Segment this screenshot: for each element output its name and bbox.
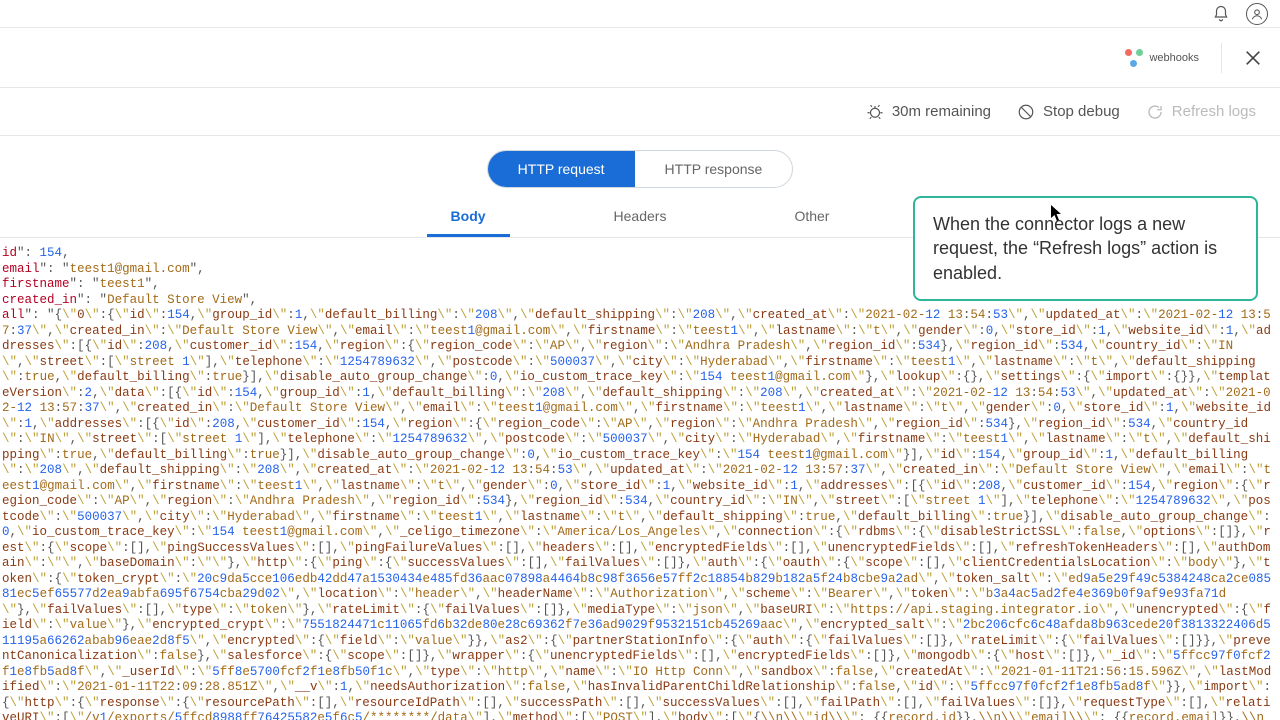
remaining-time-label: 30m remaining — [892, 103, 991, 120]
app-header — [0, 0, 1280, 28]
hint-callout: When the connector logs a new request, t… — [913, 196, 1258, 301]
cursor-icon — [1050, 204, 1064, 222]
stop-debug-label: Stop debug — [1043, 103, 1120, 120]
refresh-logs-button: Refresh logs — [1146, 103, 1256, 121]
segment-http-response[interactable]: HTTP response — [635, 151, 793, 187]
refresh-logs-label: Refresh logs — [1172, 103, 1256, 120]
close-icon[interactable] — [1244, 49, 1262, 67]
main-area: When the connector logs a new request, t… — [0, 136, 1280, 720]
cancel-circle-icon — [1017, 103, 1035, 121]
stop-debug-button[interactable]: Stop debug — [1017, 103, 1120, 121]
request-body[interactable]: id": 154, email": "teest1@gmail.com", fi… — [0, 238, 1280, 720]
refresh-icon — [1146, 103, 1164, 121]
segment-http-request[interactable]: HTTP request — [488, 151, 635, 187]
hint-callout-text: When the connector logs a new request, t… — [933, 214, 1217, 283]
bug-icon — [866, 103, 884, 121]
divider — [1221, 43, 1222, 73]
debug-toolbar: 30m remaining Stop debug Refresh logs — [0, 88, 1280, 136]
remaining-time: 30m remaining — [866, 103, 991, 121]
user-circle-icon[interactable] — [1246, 3, 1268, 25]
webhooks-logo-label: webhooks — [1149, 52, 1199, 64]
http-segmented-control: HTTP request HTTP response — [487, 150, 794, 188]
bell-icon[interactable] — [1210, 3, 1232, 25]
tab-headers[interactable]: Headers — [590, 202, 691, 237]
tab-other[interactable]: Other — [770, 202, 853, 237]
panel-header: webhooks — [0, 28, 1280, 88]
webhooks-logo: webhooks — [1125, 49, 1199, 67]
tab-body[interactable]: Body — [427, 202, 510, 237]
